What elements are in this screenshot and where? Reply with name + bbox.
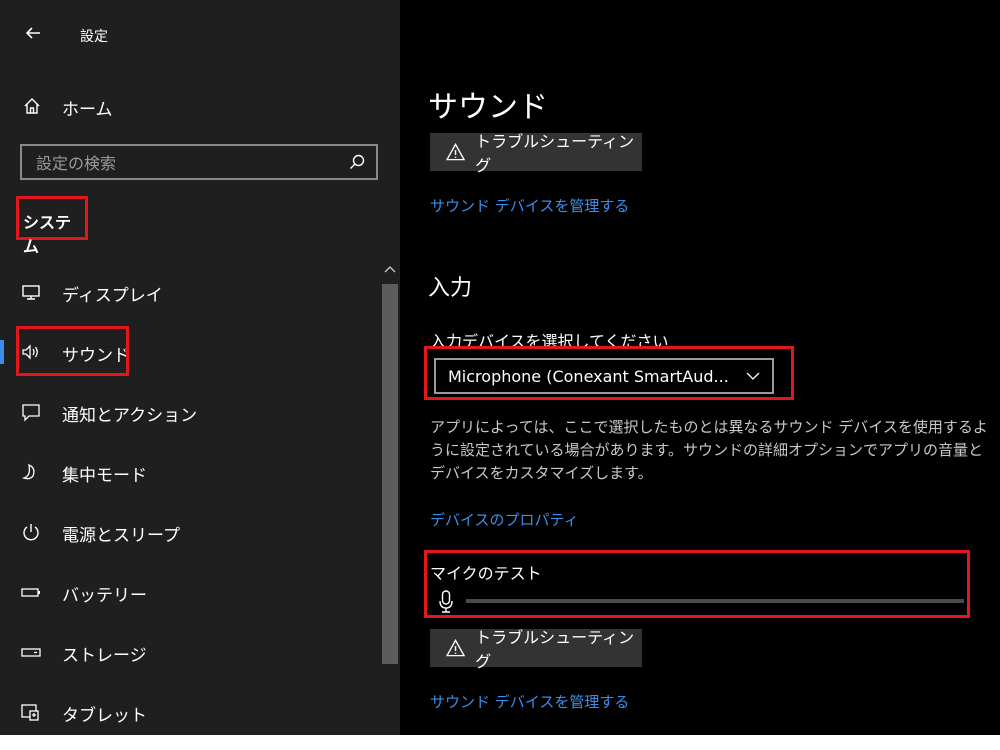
nav-home[interactable]: ホーム	[0, 86, 380, 126]
active-indicator	[0, 340, 4, 364]
input-description: アプリによっては、ここで選択したものとは異なるサウンド デバイスを使用するように…	[430, 418, 988, 482]
power-icon	[23, 524, 39, 541]
sidebar-item-storage[interactable]: ストレージ	[0, 630, 375, 674]
notification-icon	[22, 404, 40, 422]
sidebar-item-label: 通知とアクション	[62, 406, 198, 426]
search-input[interactable]	[22, 146, 338, 180]
sidebar-item-battery[interactable]: バッテリー	[0, 570, 375, 614]
speaker-icon	[22, 344, 38, 360]
scroll-up-icon[interactable]	[384, 264, 396, 274]
scrollbar-thumb[interactable]	[382, 284, 398, 664]
search-icon[interactable]	[348, 153, 366, 171]
app-title: 設定	[80, 29, 108, 45]
battery-icon	[21, 588, 40, 597]
warning-icon	[446, 639, 466, 657]
sidebar-item-power[interactable]: 電源とスリープ	[0, 510, 375, 554]
page-title: サウンド	[428, 90, 548, 125]
section-label-system: システム	[16, 196, 88, 256]
sidebar-item-sound[interactable]: サウンド	[0, 330, 375, 374]
troubleshoot-button[interactable]: トラブルシューティング	[430, 132, 642, 175]
sidebar-item-label: バッテリー	[62, 586, 147, 606]
nav-home-label: ホーム	[62, 100, 113, 120]
highlight-box-mic-test	[424, 550, 970, 618]
sidebar-scrollbar[interactable]	[380, 262, 400, 664]
back-arrow-icon[interactable]	[24, 24, 42, 42]
tablet-icon	[21, 704, 39, 721]
sidebar-item-label: サウンド	[62, 346, 130, 366]
sidebar-item-label: ディスプレイ	[62, 286, 163, 306]
manage-sound-devices-link-input[interactable]: サウンド デバイスを管理する	[430, 691, 629, 712]
troubleshoot-label: トラブルシューティング	[475, 132, 635, 175]
sidebar-item-display[interactable]: ディスプレイ	[0, 270, 375, 314]
input-heading: 入力	[428, 276, 473, 301]
search-box[interactable]	[20, 144, 378, 180]
manage-sound-devices-link[interactable]: サウンド デバイスを管理する	[430, 195, 629, 216]
sidebar: 設定 ホーム システム ディスプレイ	[0, 0, 400, 735]
warning-icon	[446, 143, 466, 161]
settings-window: 設定 ホーム システム ディスプレイ	[0, 0, 1000, 735]
troubleshoot-label: トラブルシューティング	[475, 628, 635, 671]
sidebar-item-label: タブレット	[62, 706, 147, 726]
troubleshoot-button-input[interactable]: トラブルシューティング	[430, 628, 642, 671]
device-properties-link[interactable]: デバイスのプロパティ	[430, 509, 579, 530]
monitor-icon	[22, 285, 40, 300]
storage-icon	[21, 648, 41, 657]
highlight-box-input-device	[424, 346, 794, 400]
sidebar-item-label: 集中モード	[62, 466, 147, 486]
sidebar-item-label: ストレージ	[62, 646, 147, 666]
sidebar-item-focus[interactable]: 集中モード	[0, 450, 375, 494]
sidebar-item-label: 電源とスリープ	[62, 526, 180, 546]
moon-icon	[21, 463, 35, 480]
home-icon	[24, 98, 40, 114]
sidebar-item-tablet[interactable]: タブレット	[0, 690, 375, 734]
sidebar-item-notifications[interactable]: 通知とアクション	[0, 390, 375, 434]
